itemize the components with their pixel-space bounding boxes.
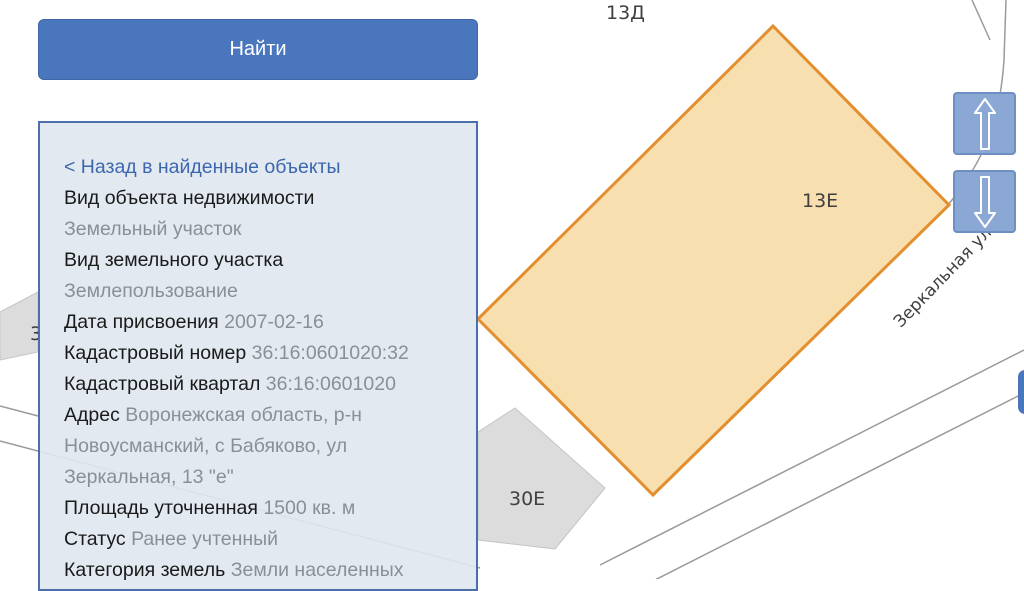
cadastral-block-label: Кадастровый квартал [64,373,261,395]
category-value: Земли населенных [230,559,404,581]
date-label: Дата присвоения [64,311,219,333]
map-control-edge[interactable] [1018,370,1024,414]
area-value: 1500 кв. м [263,497,356,519]
status-label: Статус [64,528,126,550]
area-label: Площадь уточненная [64,497,258,519]
property-type-value: Земельный участок [64,218,242,240]
address-line-2: Новоусманский, с Бабяково, ул [64,435,348,457]
arrow-down-icon [973,175,996,228]
date-value: 2007-02-16 [224,311,324,333]
find-button[interactable]: Найти [38,19,478,80]
label-plot-30e: 30Е [509,488,546,510]
cadastral-number-value: 36:16:0601020:32 [251,342,409,364]
label-plot-13e: 13Е [802,190,839,212]
land-type-label: Вид земельного участка [64,249,284,271]
cadastral-block-value: 36:16:0601020 [265,373,396,395]
arrow-up-icon [973,97,996,150]
land-type-value: Землепользование [64,280,238,302]
cadastral-number-label: Кадастровый номер [64,342,247,364]
scroll-up-button[interactable] [953,92,1016,155]
scroll-down-button[interactable] [953,170,1016,233]
back-to-results-link[interactable]: < Назад в найденные объекты [64,156,341,178]
object-info-panel: < Назад в найденные объекты Вид объекта … [38,121,478,591]
address-line-1: Воронежская область, р-н [125,404,362,426]
category-label: Категория земель [64,559,226,581]
address-line-3: Зеркальная, 13 "е" [64,466,234,488]
address-label: Адрес [64,404,120,426]
status-value: Ранее учтенный [131,528,279,550]
property-type-label: Вид объекта недвижимости [64,187,315,209]
label-plot-13d: 13Д [606,2,646,24]
